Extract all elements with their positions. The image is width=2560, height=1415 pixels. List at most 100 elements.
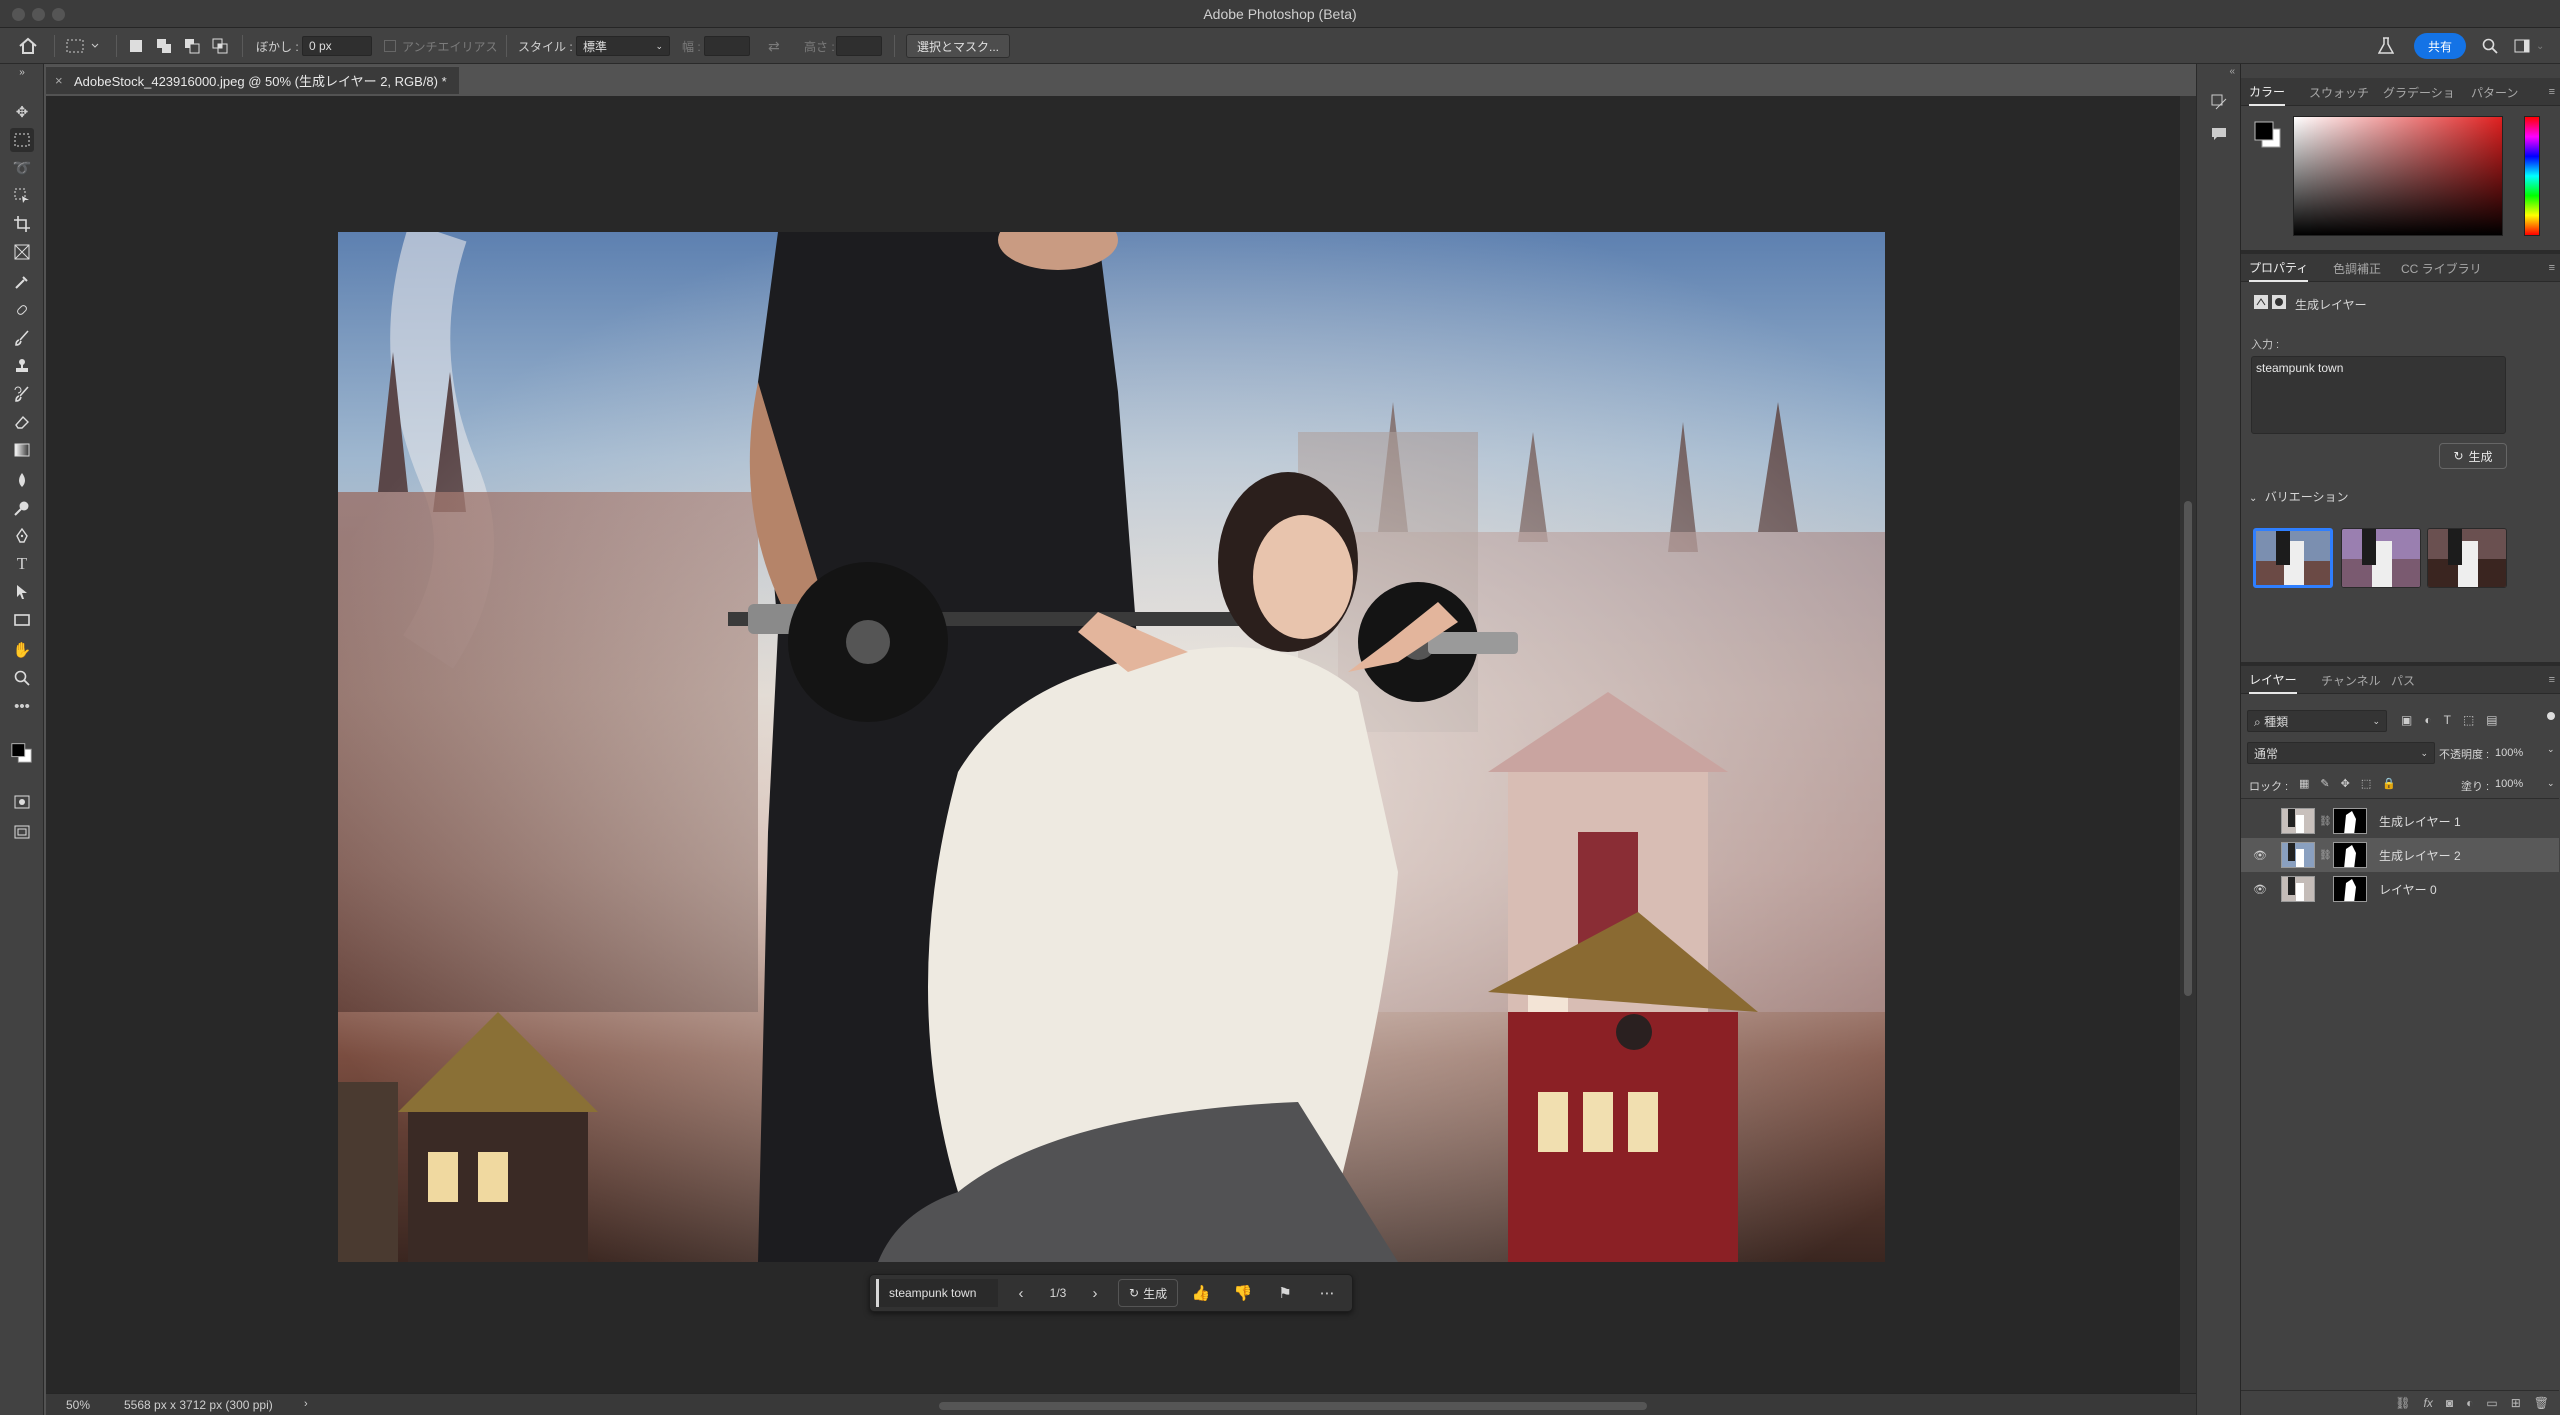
document-image[interactable] (338, 232, 1885, 1262)
vertical-scrollbar[interactable] (2180, 96, 2196, 1393)
chevron-down-icon[interactable]: ⌄ (2536, 28, 2544, 64)
screen-mode-icon[interactable] (10, 820, 34, 844)
antialias-checkbox[interactable]: アンチエイリアス (384, 28, 498, 64)
chain-link-icon[interactable]: ⛓ (2319, 850, 2332, 861)
previous-variation-icon[interactable]: ‹ (1006, 1278, 1036, 1308)
hue-slider[interactable] (2524, 116, 2540, 236)
tab-color[interactable]: カラー (2249, 78, 2286, 106)
share-button[interactable]: 共有 (2414, 33, 2467, 59)
pen-tool-icon[interactable] (10, 524, 34, 548)
tab-channels[interactable]: チャンネル (2321, 666, 2381, 694)
width-input[interactable] (704, 36, 750, 56)
panel-menu-icon[interactable]: ≡ (2549, 86, 2555, 98)
opacity-input[interactable]: 100% (2495, 742, 2547, 764)
lock-artboard-icon[interactable]: ⬚ (2361, 777, 2371, 790)
object-selection-tool-icon[interactable] (10, 184, 34, 208)
feather-input[interactable]: 0 px (302, 36, 372, 56)
next-variation-icon[interactable]: › (1080, 1278, 1110, 1308)
rectangle-tool-icon[interactable] (10, 608, 34, 632)
filter-toggle[interactable] (2547, 712, 2555, 720)
tab-gradients[interactable]: グラデーショ (2383, 78, 2455, 106)
move-tool-icon[interactable]: ✥ (10, 100, 34, 124)
intersect-selection-icon[interactable] (212, 28, 228, 64)
tab-patterns[interactable]: パターン (2471, 78, 2518, 106)
crop-tool-icon[interactable] (10, 212, 34, 236)
tab-cc-libraries[interactable]: CC ライブラリ (2401, 254, 2482, 282)
mask-thumbnail[interactable] (2333, 876, 2367, 902)
style-select[interactable]: 標準 ⌄ (576, 36, 670, 56)
collapse-panels-icon[interactable]: « (2197, 66, 2241, 77)
height-input[interactable] (836, 36, 882, 56)
close-document-icon[interactable]: × (55, 73, 63, 88)
prompt-textarea[interactable]: steampunk town (2251, 356, 2506, 434)
lock-position-icon[interactable]: ✥ (2341, 777, 2350, 790)
eye-icon[interactable]: 👁 (2252, 882, 2268, 896)
type-filter-icon[interactable]: T (2444, 713, 2451, 727)
layer-name[interactable]: 生成レイヤー 2 (2379, 847, 2461, 864)
smart-object-filter-icon[interactable]: ▤ (2486, 713, 2497, 727)
color-picker-field[interactable] (2293, 116, 2503, 236)
new-layer-icon[interactable]: ⊞ (2511, 1396, 2521, 1410)
eraser-tool-icon[interactable] (10, 410, 34, 434)
layer-filter-select[interactable]: ⌕ 種類 ⌄ (2247, 710, 2387, 732)
thumbs-up-icon[interactable]: 👍 (1186, 1278, 1216, 1308)
panel-menu-icon[interactable]: ≡ (2549, 674, 2555, 686)
fg-bg-swatch[interactable] (2253, 120, 2283, 153)
tab-paths[interactable]: パス (2391, 666, 2415, 694)
fx-icon[interactable]: fx (2424, 1396, 2433, 1410)
document-tab[interactable]: × AdobeStock_423916000.jpeg @ 50% (生成レイヤ… (46, 66, 459, 94)
variation-thumbnail-1[interactable] (2253, 528, 2333, 588)
fill-input[interactable]: 100% (2495, 778, 2523, 790)
more-tools-icon[interactable]: ••• (10, 694, 34, 718)
new-group-icon[interactable]: ▭ (2486, 1396, 2497, 1410)
lock-all-icon[interactable]: 🔒 (2382, 777, 2396, 790)
eyedropper-tool-icon[interactable] (10, 270, 34, 294)
chevron-down-icon[interactable]: ⌄ (2547, 778, 2555, 789)
chevron-down-icon[interactable]: ⌄ (2547, 744, 2555, 755)
add-selection-icon[interactable] (156, 28, 172, 64)
flag-icon[interactable]: ⚑ (1270, 1278, 1300, 1308)
vertical-scroll-thumb[interactable] (2184, 501, 2192, 996)
select-and-mask-button[interactable]: 選択とマスク... (906, 34, 1011, 58)
variations-header[interactable]: ⌄ バリエーション (2249, 488, 2349, 505)
tab-layers[interactable]: レイヤー (2249, 666, 2297, 694)
search-icon[interactable] (2482, 28, 2498, 64)
zoom-tool-icon[interactable] (10, 666, 34, 690)
tab-properties[interactable]: プロパティ (2249, 254, 2309, 282)
type-tool-icon[interactable]: T (10, 552, 34, 576)
healing-brush-tool-icon[interactable] (10, 298, 34, 322)
hand-tool-icon[interactable]: ✋ (10, 638, 34, 662)
add-mask-icon[interactable]: ◙ (2446, 1396, 2453, 1410)
generate-prompt-field[interactable]: steampunk town (876, 1279, 998, 1307)
trash-icon[interactable]: 🗑 (2534, 1396, 2549, 1410)
lock-transparent-icon[interactable]: ▦ (2299, 777, 2309, 790)
subtract-selection-icon[interactable] (184, 28, 200, 64)
eye-icon[interactable]: 👁 (2252, 848, 2268, 862)
status-menu-icon[interactable]: › (304, 1398, 308, 1410)
zoom-level[interactable]: 50% (66, 1398, 90, 1412)
adjustment-layer-icon[interactable]: ◐ (2466, 1396, 2473, 1410)
variation-thumbnail-3[interactable] (2427, 528, 2507, 588)
tab-swatches[interactable]: スウォッチ (2309, 78, 2369, 106)
lock-pixels-icon[interactable]: ✎ (2320, 777, 2329, 790)
quick-mask-icon[interactable] (10, 790, 34, 814)
dodge-tool-icon[interactable] (10, 496, 34, 520)
flask-icon[interactable] (2378, 28, 2394, 64)
swap-icon[interactable]: ⇄ (768, 28, 780, 64)
more-options-icon[interactable]: ⋯ (1312, 1278, 1342, 1308)
blend-mode-select[interactable]: 通常 ⌄ (2247, 742, 2435, 764)
blur-tool-icon[interactable] (10, 468, 34, 492)
visibility-toggle-off[interactable] (2252, 814, 2268, 828)
path-selection-tool-icon[interactable] (10, 580, 34, 604)
layer-row-layer-0[interactable]: 👁 レイヤー 0 (2241, 872, 2559, 906)
layer-row-generative-1[interactable]: ⛓ 生成レイヤー 1 (2241, 804, 2559, 838)
chain-link-icon[interactable]: ⛓ (2319, 816, 2332, 827)
brush-tool-icon[interactable] (10, 326, 34, 350)
layer-name[interactable]: レイヤー 0 (2379, 881, 2437, 898)
link-layers-icon[interactable]: ⛓ (2395, 1396, 2410, 1410)
variation-thumbnail-2[interactable] (2341, 528, 2421, 588)
history-brush-tool-icon[interactable] (10, 382, 34, 406)
pixel-filter-icon[interactable]: ▣ (2401, 713, 2412, 727)
generate-button[interactable]: ↻ 生成 (1118, 1279, 1179, 1307)
new-selection-icon[interactable] (128, 28, 144, 64)
